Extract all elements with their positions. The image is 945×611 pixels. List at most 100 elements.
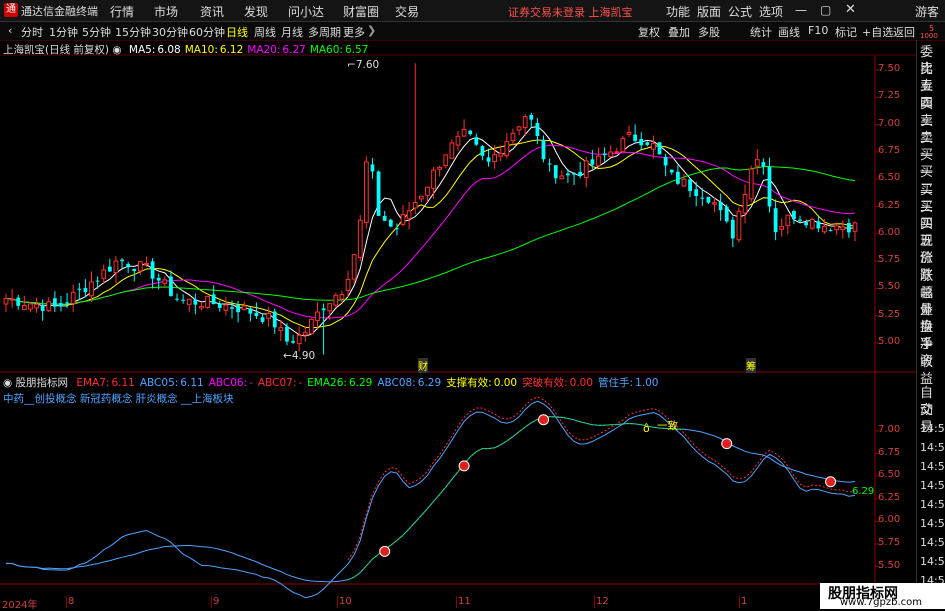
period-daily[interactable]: 日线 bbox=[226, 24, 248, 40]
candle-body bbox=[700, 197, 705, 199]
period-multi[interactable]: 多周期 bbox=[308, 24, 341, 40]
price-axis-label: 5.25 bbox=[878, 308, 901, 320]
ma5-line bbox=[5, 125, 856, 337]
minimize-icon[interactable]: — bbox=[795, 3, 807, 17]
menu-wenxiaoda[interactable]: 问小达 bbox=[288, 3, 324, 20]
candle-body bbox=[461, 128, 467, 137]
chart-canvas[interactable] bbox=[0, 40, 916, 609]
menu-caifuquan[interactable]: 财富圈 bbox=[343, 3, 379, 20]
indicator-label: EMA7: bbox=[76, 377, 110, 389]
price-axis-label: 7.25 bbox=[878, 90, 901, 102]
close-icon[interactable]: ✕ bbox=[845, 2, 856, 17]
indicator-value: - bbox=[249, 377, 253, 389]
period-1min[interactable]: 1分钟 bbox=[49, 24, 78, 40]
candle-body bbox=[492, 154, 498, 163]
concept-tags[interactable]: 中药__创投概念 新冠药概念 肝炎概念 __上海板块 bbox=[3, 391, 234, 406]
btn-diejia[interactable]: 叠加 bbox=[668, 24, 690, 40]
candle-body bbox=[779, 225, 785, 230]
btn-back[interactable]: 返回 bbox=[893, 24, 915, 40]
period-5min[interactable]: 5分钟 bbox=[82, 24, 111, 40]
candle-body bbox=[285, 326, 289, 342]
menu-xuanxiang[interactable]: 选项 bbox=[759, 3, 783, 20]
btn-f10[interactable]: F10 bbox=[808, 24, 828, 37]
menu-jiaoyi[interactable]: 交易 bbox=[395, 3, 419, 20]
btn-add-favorite[interactable]: +自选 bbox=[862, 24, 893, 40]
login-notice[interactable]: 证券交易未登录 上海凯宝 bbox=[508, 4, 633, 20]
buy-signal-icon bbox=[458, 460, 470, 472]
candle-body bbox=[651, 143, 656, 150]
candle-body bbox=[113, 260, 119, 274]
candle-body bbox=[443, 154, 449, 167]
candle-body bbox=[150, 261, 155, 279]
candle-body bbox=[602, 153, 607, 156]
btn-duogu[interactable]: 多股 bbox=[698, 24, 720, 40]
candle-body bbox=[522, 116, 528, 129]
btn-huaxian[interactable]: 画线 bbox=[778, 24, 800, 40]
candle-body bbox=[626, 131, 632, 135]
price-axis-label: 6.50 bbox=[878, 172, 901, 184]
period-30min[interactable]: 30分钟 bbox=[152, 24, 188, 40]
indicator-settings-icon[interactable]: ◉ bbox=[3, 377, 12, 389]
guest-label[interactable]: 游客 bbox=[915, 3, 939, 20]
candle-body bbox=[217, 303, 222, 308]
trade-time-label: 14:56 bbox=[920, 536, 945, 549]
candle-body bbox=[107, 266, 112, 272]
price-axis-label: 5.50 bbox=[878, 281, 901, 293]
indicator-item: ABC07: - bbox=[258, 377, 302, 389]
toolbar-arrow-icon[interactable]: ‹ bbox=[8, 24, 12, 37]
event-marker-cai[interactable]: 财 bbox=[418, 358, 428, 373]
period-weekly[interactable]: 周线 bbox=[254, 24, 276, 40]
candle-body bbox=[566, 173, 570, 176]
restore-icon[interactable]: ▢ bbox=[820, 3, 831, 17]
candle-body bbox=[406, 210, 412, 220]
indicator-axis-label: 6.25 bbox=[878, 491, 901, 503]
menu-faxian[interactable]: 发现 bbox=[244, 3, 268, 20]
trade-time-label: 14:56 bbox=[920, 422, 945, 435]
date-axis-label: 8 bbox=[68, 596, 75, 607]
btn-fuquan[interactable]: 复权 bbox=[638, 24, 660, 40]
candle-body bbox=[633, 134, 637, 141]
date-tick bbox=[739, 596, 740, 608]
menu-shichang[interactable]: 市场 bbox=[154, 3, 178, 20]
candle-body bbox=[28, 303, 33, 310]
event-marker-chou[interactable]: 筹 bbox=[746, 358, 756, 373]
candle-body bbox=[248, 308, 253, 314]
candle-body bbox=[663, 157, 668, 166]
candle-body bbox=[773, 208, 778, 233]
period-more[interactable]: 更多 bbox=[343, 24, 365, 40]
trade-time-label: 14:56 bbox=[920, 441, 945, 454]
period-60min[interactable]: 60分钟 bbox=[189, 24, 225, 40]
candle-body bbox=[132, 268, 137, 272]
candle-body bbox=[126, 263, 131, 268]
buy-signal-icon bbox=[379, 545, 391, 557]
more-chevron-icon[interactable]: ❯ bbox=[367, 24, 376, 37]
candle-body bbox=[296, 334, 302, 345]
indicator-axis-label: 5.50 bbox=[878, 559, 901, 571]
menu-gongshi[interactable]: 公式 bbox=[728, 3, 752, 20]
indicator-name[interactable]: 股朋指标网 bbox=[16, 377, 69, 389]
quote-field-label[interactable]: 收益 bbox=[920, 354, 945, 388]
menu-gongneng[interactable]: 功能 bbox=[666, 3, 690, 20]
period-monthly[interactable]: 月线 bbox=[281, 24, 303, 40]
candle-body bbox=[516, 126, 522, 131]
btn-biaoji[interactable]: 标记 bbox=[835, 24, 857, 40]
period-15min[interactable]: 15分钟 bbox=[115, 24, 151, 40]
date-tick bbox=[456, 596, 457, 608]
candle-body bbox=[840, 226, 846, 231]
candle-body bbox=[199, 305, 204, 309]
date-tick bbox=[66, 596, 67, 608]
candle-body bbox=[388, 219, 393, 227]
period-fenshi[interactable]: 分时 bbox=[21, 24, 43, 40]
btn-tongji[interactable]: 统计 bbox=[750, 24, 772, 40]
candle-body bbox=[241, 305, 247, 311]
candle-body bbox=[418, 195, 424, 200]
candle-body bbox=[412, 201, 418, 209]
menu-hangqing[interactable]: 行情 bbox=[110, 3, 134, 20]
price-axis-label: 5.75 bbox=[878, 254, 901, 266]
date-axis-label: 12 bbox=[596, 596, 609, 607]
menu-banmian[interactable]: 版面 bbox=[697, 3, 721, 20]
indicator-label: 管住手: bbox=[598, 377, 634, 389]
indicator-item: EMA7: 6.11 bbox=[76, 377, 135, 389]
menu-zixun[interactable]: 资讯 bbox=[200, 3, 224, 20]
candle-body bbox=[21, 304, 27, 310]
